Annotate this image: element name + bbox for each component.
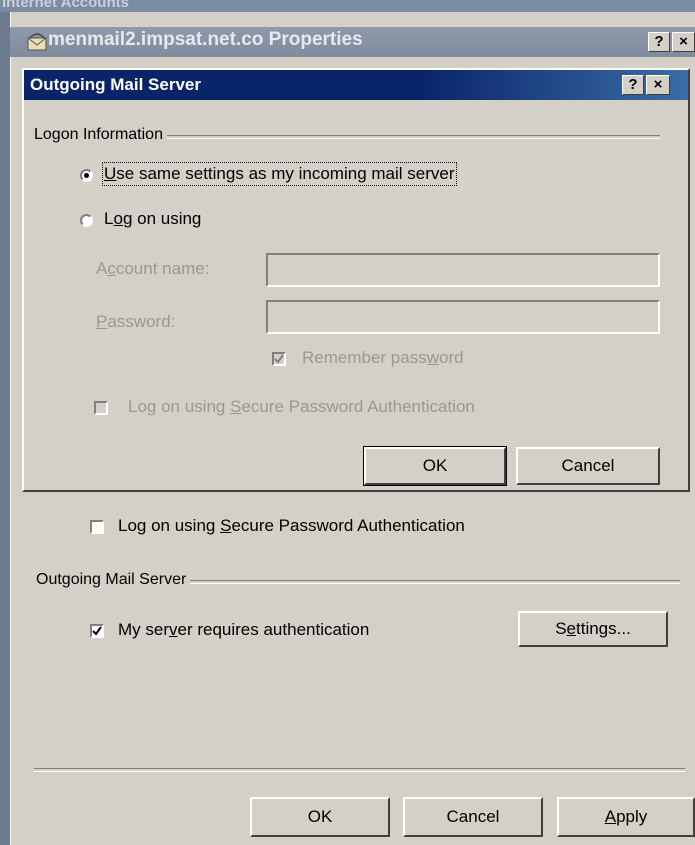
requires-auth-label[interactable]: My server requires authentication (118, 620, 369, 640)
radio-log-on-using[interactable] (80, 214, 93, 227)
use-same-settings-label[interactable]: Use same settings as my incoming mail se… (102, 162, 457, 186)
mail-account-icon (26, 32, 48, 52)
props-apply-button[interactable]: Apply (557, 797, 695, 837)
log-on-using-label[interactable]: Log on using (104, 209, 201, 229)
password-label: Password: (96, 312, 176, 331)
dialog-title: Outgoing Mail Server (30, 75, 201, 94)
tab-panel-bottom-edge (34, 768, 685, 772)
checkmark-icon (274, 354, 284, 364)
background-window-title: Internet Accounts (2, 0, 129, 11)
props-cancel-button[interactable]: Cancel (403, 797, 543, 837)
checkmark-icon (92, 626, 102, 636)
properties-help-button[interactable]: ? (648, 32, 670, 52)
dialog-help-button[interactable]: ? (622, 75, 644, 95)
radio-use-same-settings[interactable] (80, 169, 93, 182)
properties-close-button[interactable]: × (672, 32, 695, 52)
dialog-cancel-button[interactable]: Cancel (516, 447, 660, 485)
remember-password-checkbox[interactable] (272, 352, 286, 366)
settings-button[interactable]: Settings... (518, 611, 668, 647)
dialog-spa-checkbox[interactable] (94, 401, 108, 415)
props-ok-button[interactable]: OK (250, 797, 390, 837)
dialog-ok-button[interactable]: OK (363, 446, 507, 486)
props-spa-checkbox[interactable] (90, 520, 104, 534)
remember-password-label[interactable]: Remember password (302, 348, 464, 368)
password-field[interactable] (266, 300, 660, 334)
dialog-close-button[interactable]: × (646, 75, 670, 95)
props-spa-label[interactable]: Log on using Secure Password Authenticat… (118, 516, 465, 536)
account-name-label: Account name: (96, 259, 210, 278)
properties-title: menmail2.impsat.net.co Properties (48, 29, 363, 50)
outgoing-group-label: Outgoing Mail Server (36, 571, 191, 589)
logon-group-label: Logon Information (34, 126, 167, 144)
requires-auth-checkbox[interactable] (90, 624, 104, 638)
account-name-field[interactable] (266, 253, 660, 287)
dialog-spa-label[interactable]: Log on using Secure Password Authenticat… (128, 397, 475, 417)
